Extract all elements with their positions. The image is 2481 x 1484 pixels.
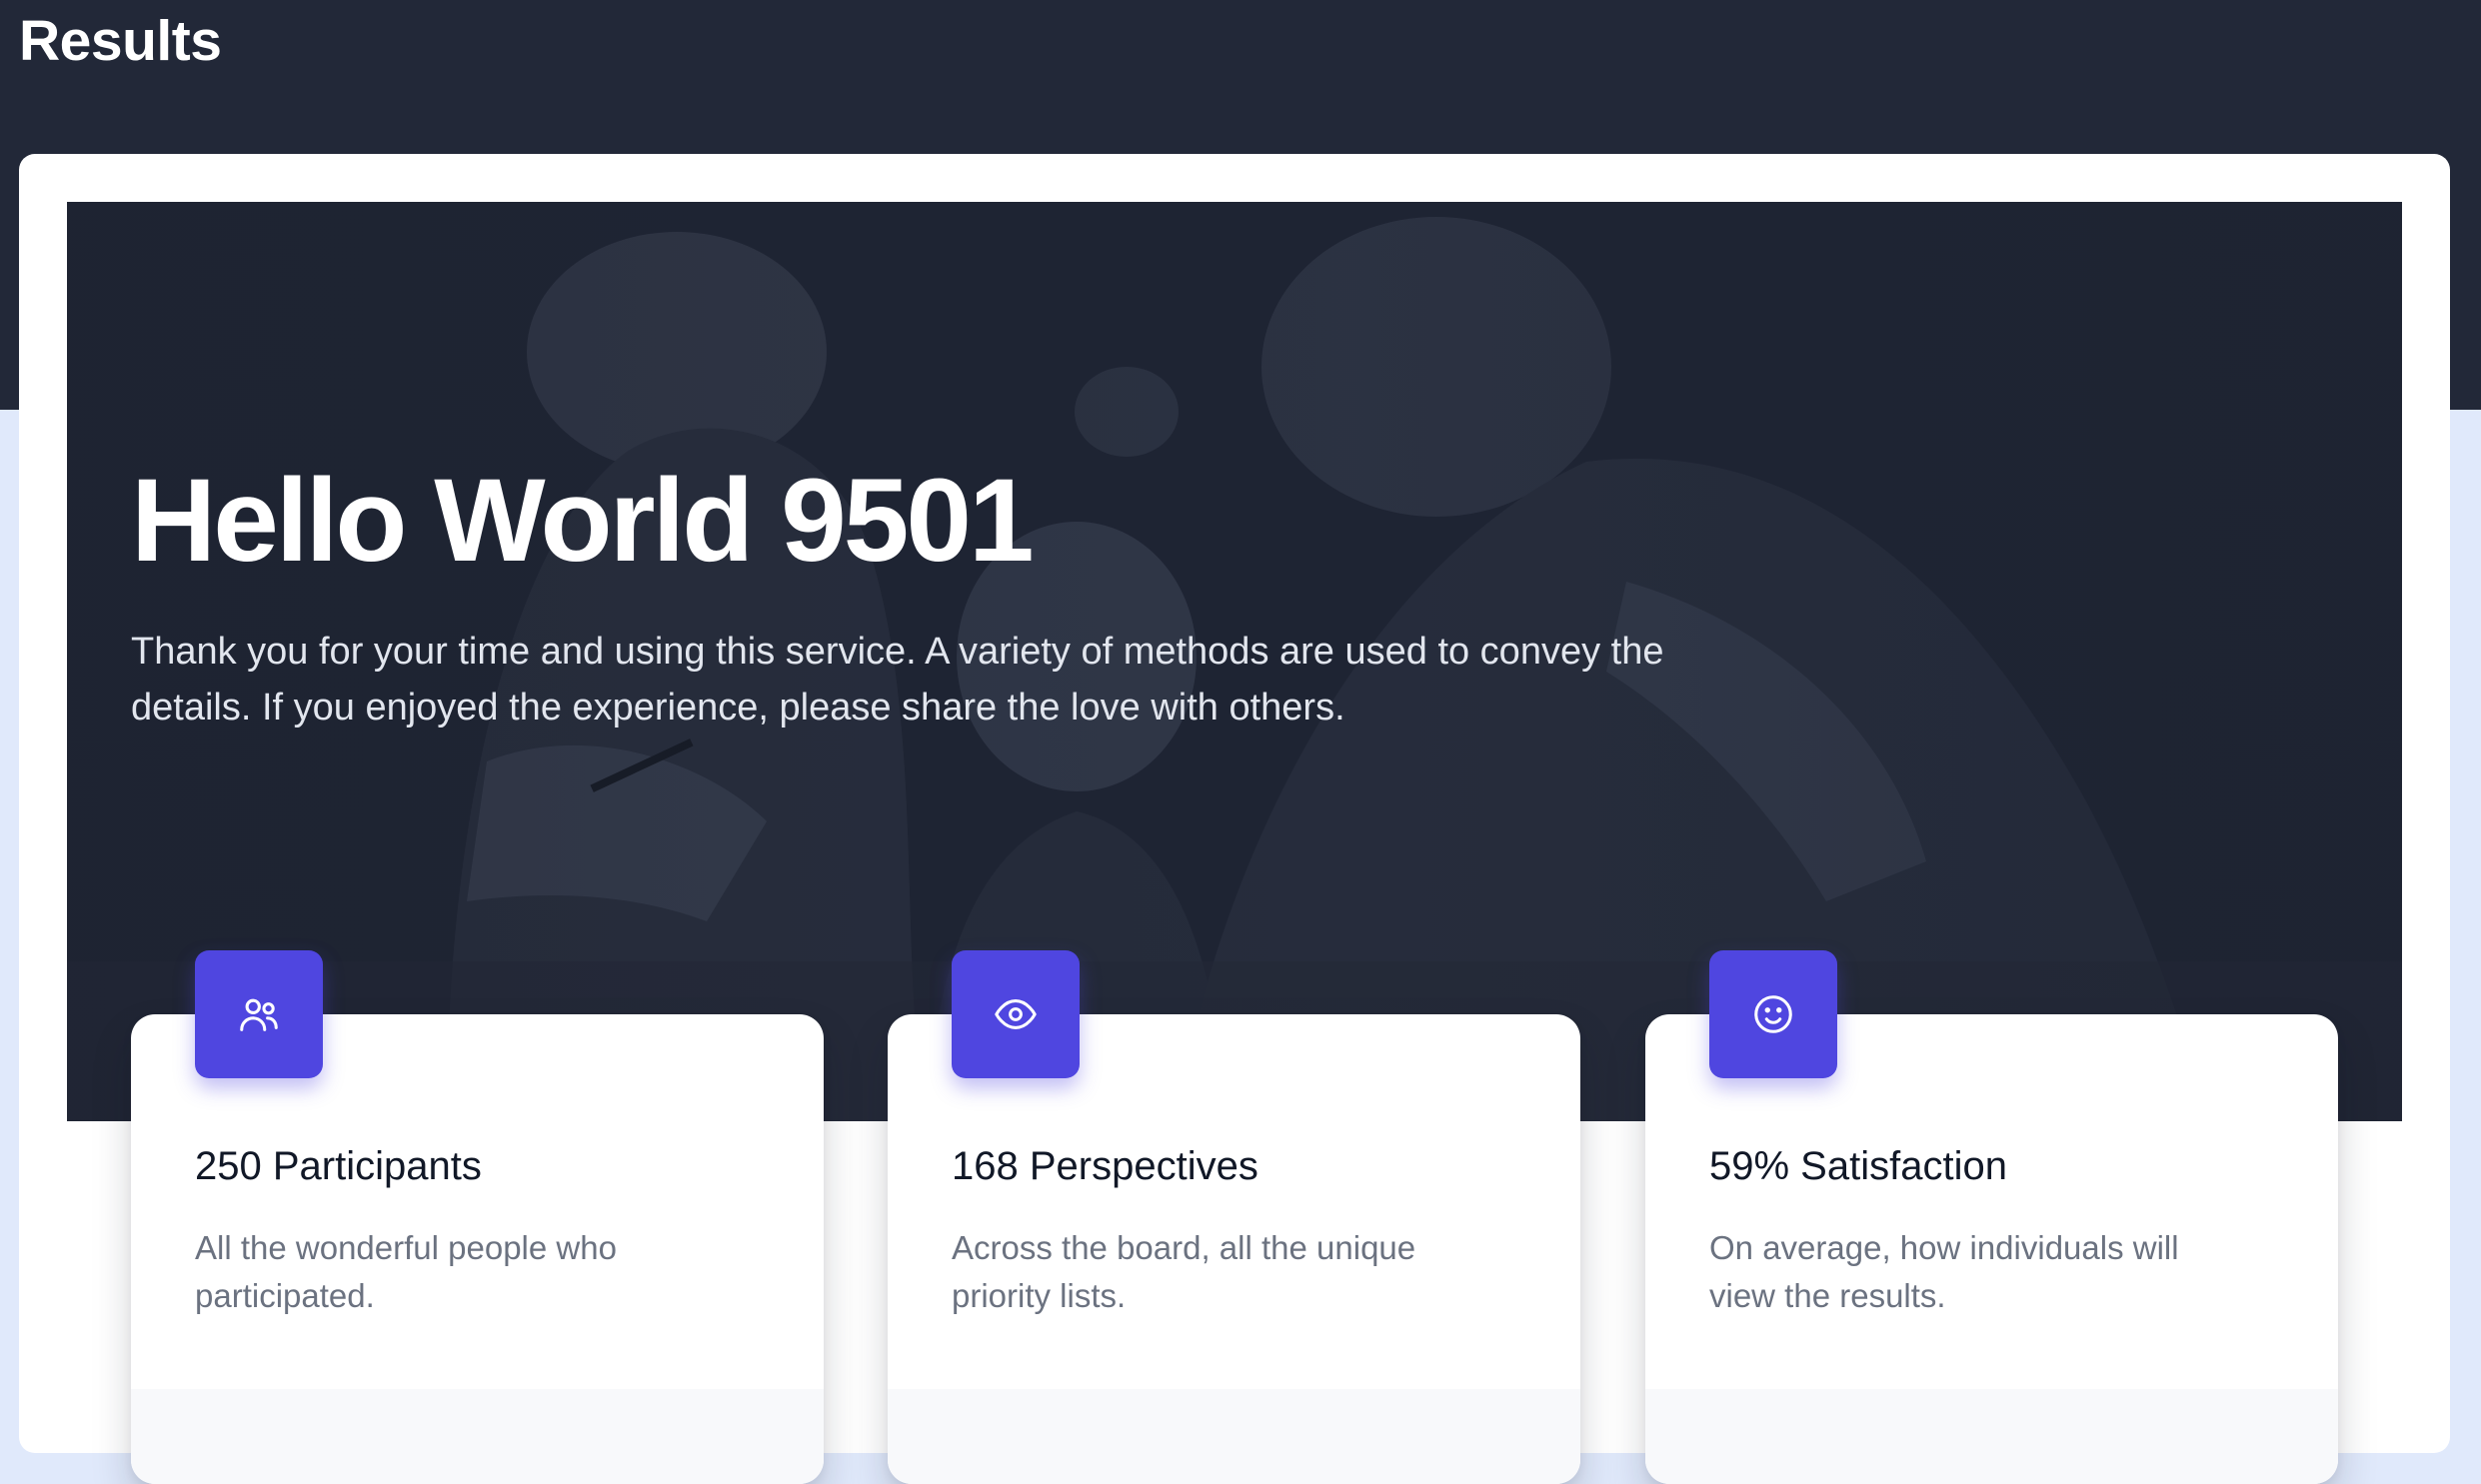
card-footer (888, 1389, 1580, 1484)
stats-cards: 250 Participants All the wonderful peopl… (131, 866, 2338, 1484)
stat-card-participants: 250 Participants All the wonderful peopl… (131, 950, 824, 1484)
stat-title: 250 Participants (195, 1144, 482, 1188)
hero-heading: Hello World 9501 (131, 455, 1035, 587)
stat-card-satisfaction: 59% Satisfaction On average, how individ… (1645, 950, 2338, 1484)
smile-icon (1709, 950, 1837, 1078)
hero-description: Thank you for your time and using this s… (131, 631, 1664, 729)
eye-icon (952, 950, 1080, 1078)
page-title: Results (19, 9, 222, 73)
card-footer (1645, 1389, 2338, 1484)
stat-description: Across the board, all the unique priorit… (952, 1229, 1416, 1314)
results-panel: Hello World 9501 Thank you for your time… (19, 154, 2450, 1484)
users-icon (195, 950, 323, 1078)
stat-description: All the wonderful people who participate… (195, 1229, 617, 1314)
stat-card-perspectives: 168 Perspectives Across the board, all t… (888, 950, 1580, 1484)
stat-description: On average, how individuals will view th… (1709, 1229, 2179, 1314)
card-footer (131, 1389, 824, 1484)
stat-title: 59% Satisfaction (1709, 1144, 2007, 1188)
stat-title: 168 Perspectives (952, 1144, 1258, 1188)
